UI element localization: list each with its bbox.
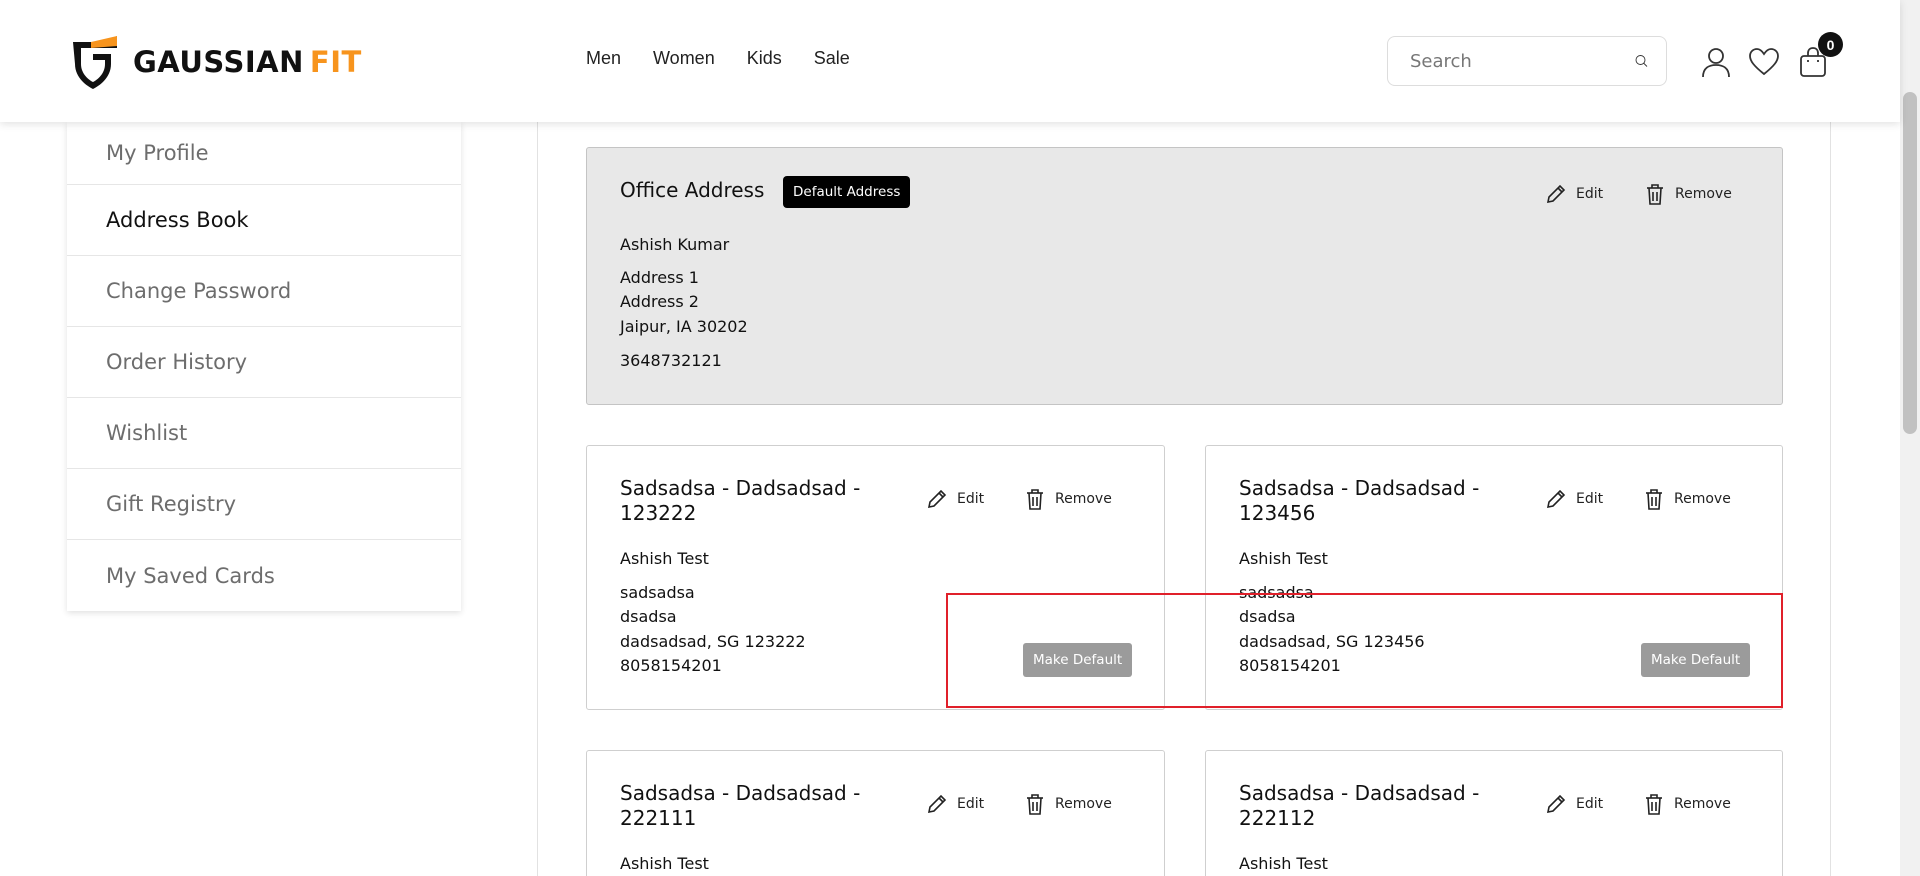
brand-name-primary: GAUSSIAN [133,45,304,79]
sidebar-item-wishlist[interactable]: Wishlist [67,398,461,469]
address-phone: 8058154201 [1239,656,1341,675]
address-name: Ashish Test [620,854,709,873]
cart-count-badge: 0 [1818,32,1843,57]
trash-icon [1646,794,1662,815]
remove-button[interactable]: Remove [1644,183,1732,205]
address-card: Sadsadsa - Dadsadsad -123456 Edit Remove… [1205,445,1783,710]
address-city: Jaipur, IA 30202 [620,317,748,336]
trash-icon [1646,489,1662,510]
sidebar-item-address-book[interactable]: Address Book [67,185,461,256]
nav-item-kids[interactable]: Kids [747,48,782,69]
address-card: Sadsadsa - Dadsadsad -222111 Edit Remove… [586,750,1165,876]
pencil-icon [927,489,947,509]
site-header: GAUSSIANFIT Men Women Kids Sale 0 [0,0,1900,122]
make-default-button[interactable]: Make Default [1641,643,1751,677]
address-line-1: Address 1 [620,268,699,287]
address-title: Office Address [620,178,765,202]
address-title-line-2: 222112 [1239,806,1316,830]
address-line-2: Address 2 [620,292,699,311]
remove-button[interactable]: Remove [1643,488,1731,510]
remove-button[interactable]: Remove [1024,488,1112,510]
pencil-icon [927,794,947,814]
search-input[interactable] [1410,50,1635,72]
edit-label: Edit [957,491,985,507]
main-nav: Men Women Kids Sale [586,48,850,69]
remove-label: Remove [1055,796,1112,812]
logo-icon [73,36,117,89]
default-address-badge: Default Address [783,176,911,208]
address-city: dadsadsad, SG 123456 [1239,632,1425,651]
edit-button[interactable]: Edit [926,488,984,510]
trash-icon [1027,489,1043,510]
address-title-line-1: Sadsadsa - Dadsadsad - [620,781,861,805]
search-icon[interactable] [1635,48,1648,74]
address-title: Sadsadsa - Dadsadsad -222112 [1239,781,1479,831]
user-icon[interactable] [1700,46,1732,78]
nav-item-women[interactable]: Women [653,48,715,69]
address-title-line-1: Sadsadsa - Dadsadsad - [620,476,861,500]
sidebar-item-my-saved-cards[interactable]: My Saved Cards [67,540,461,611]
remove-button[interactable]: Remove [1024,793,1112,815]
edit-button[interactable]: Edit [1545,488,1603,510]
address-title-line-2: 222111 [620,806,697,830]
address-phone: 3648732121 [620,351,722,370]
edit-label: Edit [1576,796,1604,812]
address-title-line-2: 123456 [1239,501,1316,525]
remove-label: Remove [1674,491,1731,507]
heart-icon[interactable] [1748,46,1780,78]
brand-logo[interactable]: GAUSSIAN FIT [67,34,362,90]
address-line-2: dsadsa [1239,607,1296,626]
edit-label: Edit [1576,491,1604,507]
remove-label: Remove [1675,186,1732,202]
address-name: Ashish Test [1239,549,1328,568]
nav-item-sale[interactable]: Sale [814,48,850,69]
pencil-icon [1546,489,1566,509]
address-card: Sadsadsa - Dadsadsad -123222 Edit Remove… [586,445,1165,710]
scrollbar-thumb[interactable] [1903,92,1917,434]
address-phone: 8058154201 [620,656,722,675]
address-name: Ashish Test [620,549,709,568]
sidebar-item-my-profile[interactable]: My Profile [67,122,461,185]
address-line-1: sadsadsa [620,583,695,602]
remove-label: Remove [1055,491,1112,507]
account-sidebar: My Profile Address Book Change Password … [67,122,461,611]
pencil-icon [1546,184,1566,204]
sidebar-item-change-password[interactable]: Change Password [67,256,461,327]
page-scrollbar[interactable] [1900,0,1920,876]
brand-name-accent: FIT [309,45,362,79]
address-title: Sadsadsa - Dadsadsad -123222 [620,476,860,526]
edit-button[interactable]: Edit [1545,183,1603,205]
trash-icon [1027,794,1043,815]
nav-item-men[interactable]: Men [586,48,621,69]
address-title: Sadsadsa - Dadsadsad -123456 [1239,476,1479,526]
address-title-line-1: Sadsadsa - Dadsadsad - [1239,476,1480,500]
trash-icon [1647,184,1663,205]
edit-button[interactable]: Edit [1545,793,1603,815]
address-name: Ashish Kumar [620,235,730,254]
address-title-line-1: Sadsadsa - Dadsadsad - [1239,781,1480,805]
address-card: Sadsadsa - Dadsadsad -222112 Edit Remove… [1205,750,1783,876]
sidebar-item-order-history[interactable]: Order History [67,327,461,398]
address-title-line-2: 123222 [620,501,697,525]
address-line-2: dsadsa [620,607,677,626]
address-title: Sadsadsa - Dadsadsad -222111 [620,781,860,831]
sidebar-item-gift-registry[interactable]: Gift Registry [67,469,461,540]
edit-button[interactable]: Edit [926,793,984,815]
make-default-button[interactable]: Make Default [1023,643,1133,677]
brand-name: GAUSSIAN FIT [133,45,362,79]
address-line-1: sadsadsa [1239,583,1314,602]
address-name: Ashish Test [1239,854,1328,873]
edit-label: Edit [957,796,985,812]
remove-label: Remove [1674,796,1731,812]
default-address-card: Office Address Default Address Edit Remo… [586,147,1783,405]
remove-button[interactable]: Remove [1643,793,1731,815]
address-city: dadsadsad, SG 123222 [620,632,806,651]
edit-label: Edit [1576,186,1604,202]
pencil-icon [1546,794,1566,814]
search-box [1387,36,1667,86]
